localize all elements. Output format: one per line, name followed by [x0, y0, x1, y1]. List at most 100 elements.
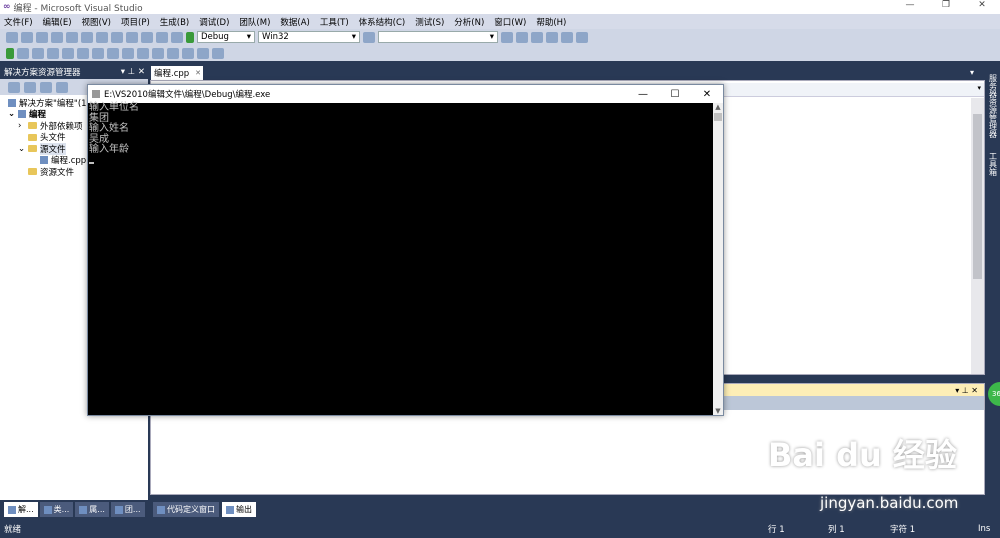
scroll-thumb[interactable]: [714, 113, 722, 121]
menu-project[interactable]: 项目(P): [121, 16, 150, 28]
copy-icon[interactable]: [96, 31, 108, 43]
param-info-icon[interactable]: [77, 47, 89, 59]
run-icon[interactable]: [6, 47, 14, 59]
console-scrollbar[interactable]: ▲ ▼: [713, 103, 723, 415]
comment-icon[interactable]: [137, 47, 149, 59]
cut-icon[interactable]: [81, 31, 93, 43]
find-in-files-icon[interactable]: [363, 31, 375, 43]
breakpoint-icon[interactable]: [17, 47, 29, 59]
expand-icon[interactable]: ›: [18, 121, 28, 131]
scroll-thumb[interactable]: [973, 114, 982, 279]
tab-label: 代码定义窗口: [167, 505, 215, 514]
console-output[interactable]: 输入单位名 集团 输入姓名 吴成 输入年龄: [88, 102, 714, 415]
undo-icon[interactable]: [126, 31, 138, 43]
status-insert-mode: Ins: [978, 524, 991, 534]
menu-data[interactable]: 数据(A): [280, 16, 309, 28]
title-bar: ∞ 编程 - Microsoft Visual Studio — ❐ ✕: [0, 0, 1000, 14]
console-close-button[interactable]: ✕: [691, 89, 723, 100]
outdent-icon[interactable]: [107, 47, 119, 59]
save-icon[interactable]: [51, 31, 63, 43]
tab-property-manager[interactable]: 属...: [75, 502, 109, 517]
console-window[interactable]: E:\VS2010编辑文件\编程\Debug\编程.exe — ☐ ✕ 输入单位…: [87, 84, 724, 416]
navigate-forward-icon[interactable]: [171, 31, 183, 43]
scroll-down-icon[interactable]: ▼: [713, 407, 723, 415]
tab-cpp-file[interactable]: 编程.cpp ✕: [151, 66, 203, 80]
tab-label: 类...: [53, 505, 70, 514]
class-view-icon: [43, 505, 52, 514]
extension-manager-icon[interactable]: [561, 31, 573, 43]
object-browser-icon[interactable]: [531, 31, 543, 43]
word-complete-icon[interactable]: [92, 47, 104, 59]
breakpoints-icon[interactable]: [32, 47, 44, 59]
toolbox-tab[interactable]: 工具箱: [988, 152, 999, 176]
folder-icon: [28, 133, 37, 141]
maximize-button[interactable]: ❐: [928, 0, 964, 10]
output-panel-controls[interactable]: ▾ ⊥ ✕: [955, 386, 978, 395]
console-minimize-button[interactable]: —: [627, 89, 659, 100]
menu-build[interactable]: 生成(B): [160, 16, 189, 28]
menu-window[interactable]: 窗口(W): [494, 16, 526, 28]
console-cursor: [89, 161, 94, 164]
menu-debug[interactable]: 调试(D): [199, 16, 229, 28]
menu-architecture[interactable]: 体系结构(C): [359, 16, 406, 28]
tab-dropdown-icon[interactable]: ▾: [970, 68, 974, 77]
paste-icon[interactable]: [111, 31, 123, 43]
tab-code-definition[interactable]: 代码定义窗口: [153, 502, 219, 517]
quick-info-icon[interactable]: [62, 47, 74, 59]
menu-view[interactable]: 视图(V): [82, 16, 111, 28]
toolbox-icon[interactable]: [546, 31, 558, 43]
properties-icon[interactable]: [8, 81, 20, 93]
configuration-select[interactable]: Debug ▾: [197, 31, 255, 43]
status-bar: 就绪 行 1 列 1 字符 1 Ins: [0, 520, 1000, 538]
menu-edit[interactable]: 编辑(E): [43, 16, 72, 28]
save-all-icon[interactable]: [66, 31, 78, 43]
panel-controls[interactable]: ▾ ⊥ ✕: [121, 67, 145, 77]
format-icon[interactable]: [47, 47, 59, 59]
collapse-icon[interactable]: ⌄: [8, 109, 18, 119]
minimize-button[interactable]: —: [892, 0, 928, 10]
menu-help[interactable]: 帮助(H): [536, 16, 566, 28]
view-class-diagram-icon[interactable]: [56, 81, 68, 93]
editor-scrollbar[interactable]: [971, 98, 984, 374]
tab-output[interactable]: 输出: [222, 502, 256, 517]
menu-tools[interactable]: 工具(T): [320, 16, 349, 28]
code-definition-icon: [157, 505, 165, 514]
scroll-up-icon[interactable]: ▲: [713, 103, 723, 111]
properties-icon[interactable]: [516, 31, 528, 43]
tab-close-icon[interactable]: ✕: [195, 69, 201, 77]
console-title-bar: E:\VS2010编辑文件\编程\Debug\编程.exe — ☐ ✕: [88, 85, 723, 103]
server-explorer-tab[interactable]: 服务器资源管理器: [988, 74, 999, 138]
find-combo[interactable]: ▾: [378, 31, 498, 43]
indent-icon[interactable]: [122, 47, 134, 59]
clear-bookmarks-icon[interactable]: [212, 47, 224, 59]
right-side-dock: 服务器资源管理器 工具箱: [986, 66, 1000, 366]
menu-file[interactable]: 文件(F): [4, 16, 33, 28]
collapse-icon[interactable]: ⌄: [18, 144, 28, 154]
open-icon[interactable]: [36, 31, 48, 43]
window-title: 编程 - Microsoft Visual Studio: [13, 3, 143, 14]
uncomment-icon[interactable]: [152, 47, 164, 59]
tab-solution-explorer[interactable]: 解...: [4, 502, 38, 517]
console-maximize-button[interactable]: ☐: [659, 89, 691, 100]
prev-bookmark-icon[interactable]: [182, 47, 194, 59]
refresh-icon[interactable]: [40, 81, 52, 93]
next-bookmark-icon[interactable]: [197, 47, 209, 59]
bookmark-icon[interactable]: [167, 47, 179, 59]
tab-team-explorer[interactable]: 团...: [110, 502, 145, 517]
floating-badge[interactable]: 36: [988, 382, 1000, 406]
standard-toolbar: Debug ▾ Win32 ▾ ▾: [0, 29, 1000, 45]
add-item-icon[interactable]: [21, 31, 33, 43]
platform-select[interactable]: Win32 ▾: [258, 31, 360, 43]
start-debug-icon[interactable]: [186, 31, 194, 43]
solution-explorer-icon[interactable]: [501, 31, 513, 43]
menu-test[interactable]: 测试(S): [415, 16, 444, 28]
redo-icon[interactable]: [141, 31, 153, 43]
start-page-icon[interactable]: [576, 31, 588, 43]
menu-analyze[interactable]: 分析(N): [454, 16, 484, 28]
show-all-files-icon[interactable]: [24, 81, 36, 93]
navigate-back-icon[interactable]: [156, 31, 168, 43]
menu-team[interactable]: 团队(M): [239, 16, 270, 28]
new-project-icon[interactable]: [6, 31, 18, 43]
close-button[interactable]: ✕: [964, 0, 1000, 10]
tab-class-view[interactable]: 类...: [39, 502, 74, 517]
